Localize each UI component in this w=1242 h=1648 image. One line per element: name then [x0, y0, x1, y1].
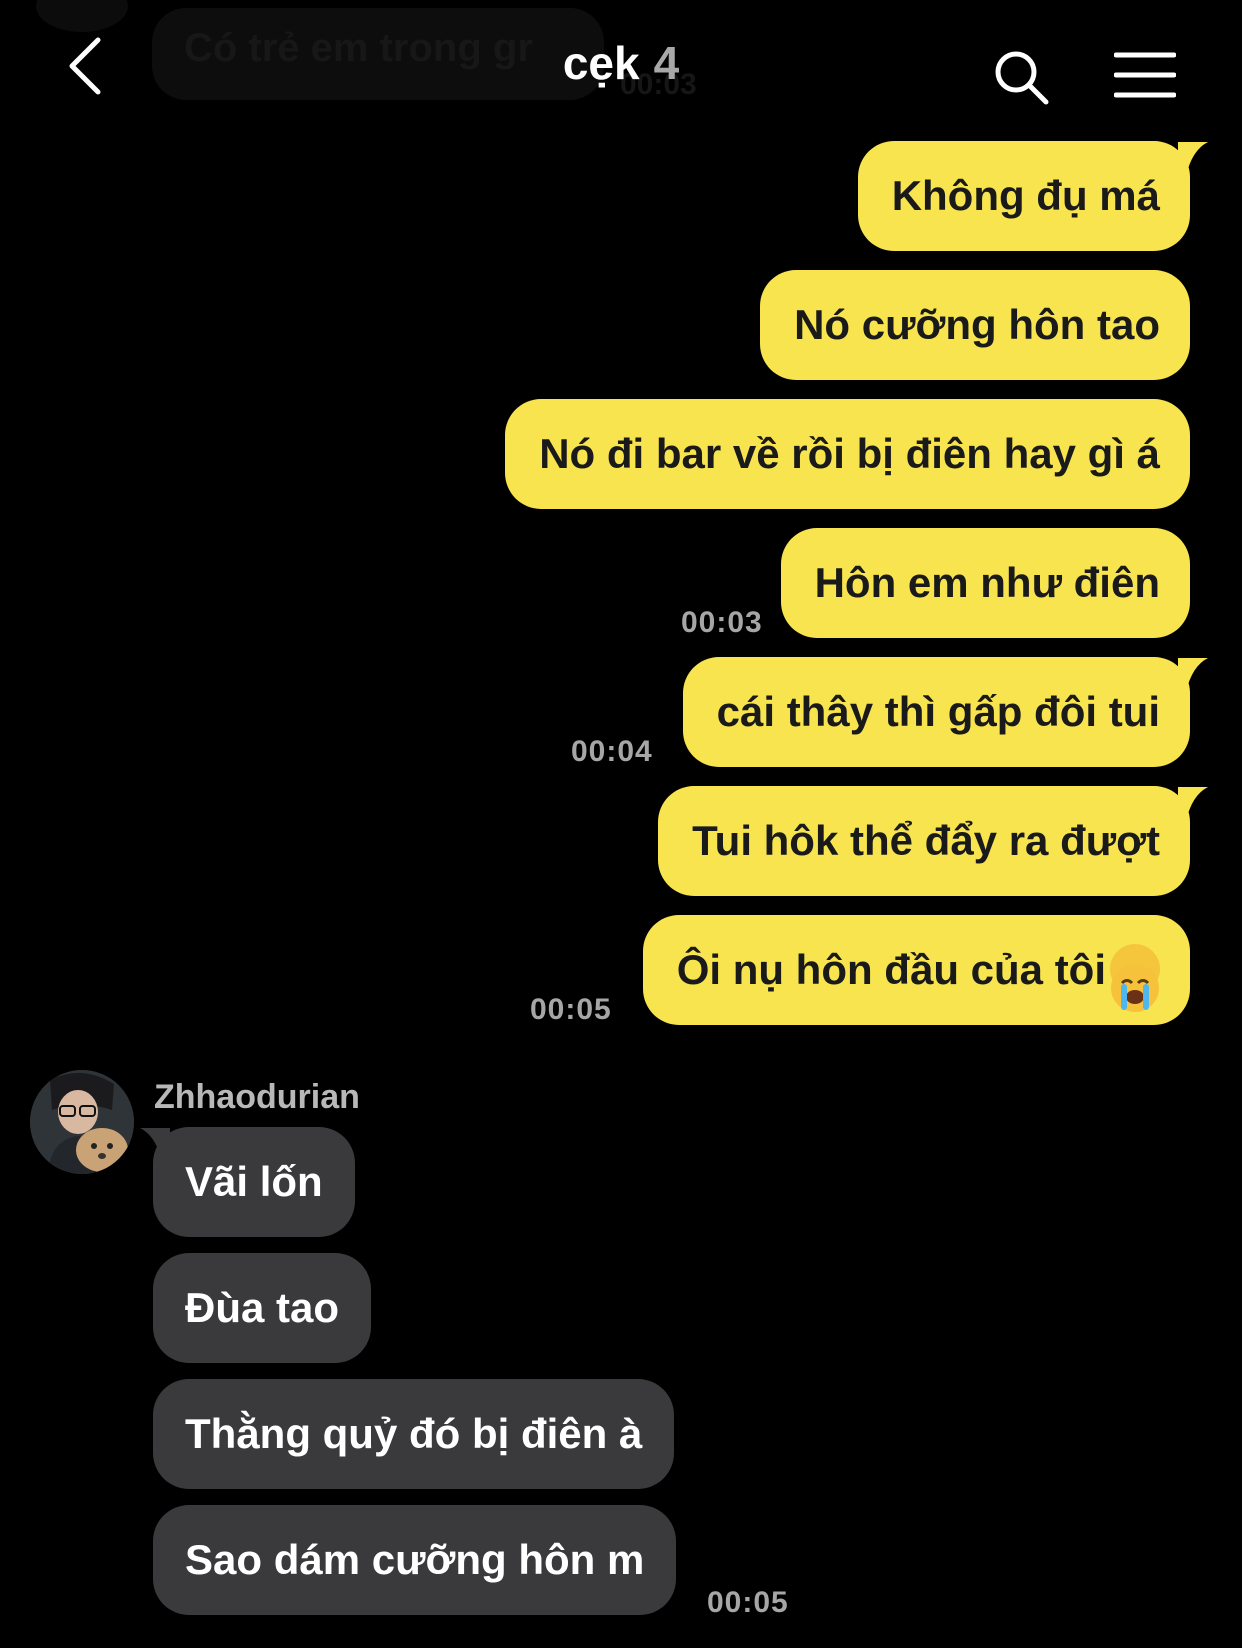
scrolled-avatar: [36, 0, 128, 32]
message-timestamp: 00:03: [681, 606, 763, 639]
chat-title: cẹk 4: [0, 36, 1242, 90]
sender-name: Zhhaodurian: [154, 1078, 360, 1116]
outgoing-message[interactable]: Nó đi bar về rồi bị điên hay gì á: [505, 399, 1190, 509]
incoming-message[interactable]: Thằng quỷ đó bị điên à: [153, 1379, 675, 1489]
outgoing-message[interactable]: Tui hôk thể đẩy ra đượt: [658, 786, 1190, 896]
incoming-message[interactable]: Vãi lốn: [153, 1127, 355, 1237]
search-icon: [995, 51, 1049, 105]
member-count: 4: [653, 37, 680, 89]
outgoing-message[interactable]: Không đụ má: [857, 141, 1190, 251]
message-timestamp: 00:05: [707, 1586, 789, 1619]
incoming-message[interactable]: Sao dám cưỡng hôn m: [153, 1505, 677, 1615]
sender-avatar[interactable]: [30, 1070, 134, 1174]
group-name: cẹk: [562, 37, 640, 89]
menu-button[interactable]: [1113, 50, 1177, 100]
outgoing-message-text: Ôi nụ hôn đầu của tôi: [676, 946, 1106, 993]
outgoing-message[interactable]: Hôn em như điên: [780, 528, 1190, 638]
hamburger-menu-icon: [1113, 52, 1177, 98]
message-timestamp: 00:05: [530, 993, 612, 1026]
outgoing-message[interactable]: cái thây thì gấp đôi tui: [682, 657, 1190, 767]
incoming-message[interactable]: Đùa tao: [153, 1253, 372, 1363]
outgoing-message[interactable]: Ôi nụ hôn đầu của tôi: [642, 915, 1190, 1025]
chat-header: Có trẻ em trong gr 00:03 cẹk 4: [0, 0, 1242, 130]
search-button[interactable]: [992, 48, 1052, 108]
message-timestamp: 00:04: [571, 735, 653, 768]
outgoing-message[interactable]: Nó cưỡng hôn tao: [760, 270, 1190, 380]
loudly-crying-face-icon: [1110, 943, 1160, 1012]
avatar-photo: [30, 1070, 134, 1174]
